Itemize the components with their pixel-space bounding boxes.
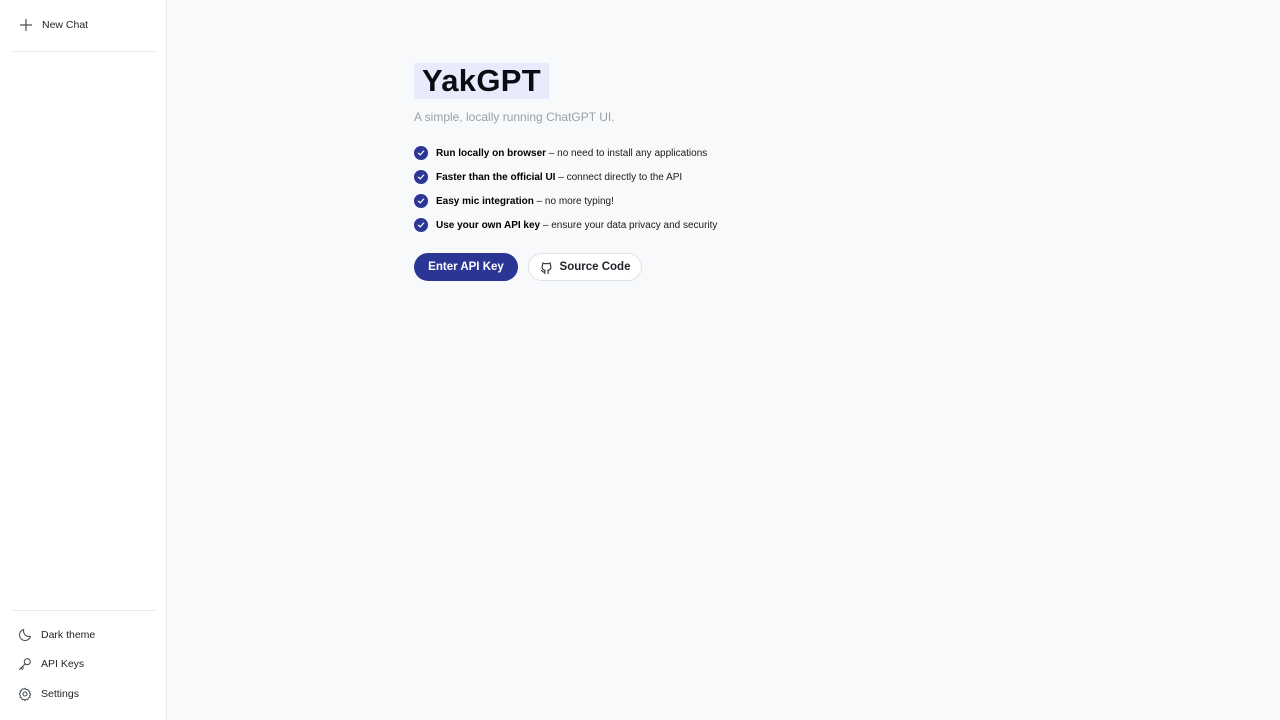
feature-list: Run locally on browser – no need to inst… [414,145,717,241]
moon-icon [18,628,32,642]
feature-bold: Faster than the official UI [436,171,556,183]
github-icon [540,261,553,274]
feature-text: Easy mic integration – no more typing! [436,196,614,207]
sidebar: New Chat Dark theme API Keys Settings [0,0,167,720]
new-chat-button[interactable]: New Chat [12,10,156,40]
main-content: YakGPT A simple, locally running ChatGPT… [167,0,1280,720]
api-keys-label: API Keys [41,658,85,670]
feature-bold: Use your own API key [436,219,541,231]
page-subtitle: A simple, locally running ChatGPT UI. [414,110,615,124]
check-icon [414,194,428,208]
plus-icon [19,18,33,32]
feature-detail: – no need to install any applications [546,147,708,159]
feature-item: Use your own API key – ensure your data … [414,217,717,233]
check-icon [414,218,428,232]
check-icon [414,146,428,160]
dark-theme-label: Dark theme [41,629,96,641]
feature-detail: – connect directly to the API [555,171,683,183]
settings-button[interactable]: Settings [12,681,156,707]
dark-theme-toggle[interactable]: Dark theme [12,622,156,648]
feature-text: Use your own API key – ensure your data … [436,220,717,231]
gear-icon [18,687,32,701]
feature-text: Faster than the official UI – connect di… [436,172,682,183]
feature-item: Faster than the official UI – connect di… [414,169,717,185]
feature-text: Run locally on browser – no need to inst… [436,148,707,159]
feature-detail: – no more typing! [533,195,614,207]
feature-item: Run locally on browser – no need to inst… [414,145,717,161]
key-icon [18,657,32,671]
feature-detail: – ensure your data privacy and security [540,219,718,231]
api-keys-button[interactable]: API Keys [12,651,156,677]
title-highlight: YakGPT [414,63,549,99]
check-icon [414,170,428,184]
feature-bold: Easy mic integration [436,195,534,207]
enter-api-key-button[interactable]: Enter API Key [414,253,518,281]
page-title: YakGPT [422,63,541,98]
source-code-label: Source Code [559,261,631,273]
feature-bold: Run locally on browser [436,147,547,159]
sidebar-divider [12,51,156,52]
sidebar-divider [12,610,156,611]
settings-label: Settings [41,688,79,700]
new-chat-label: New Chat [42,19,89,31]
feature-item: Easy mic integration – no more typing! [414,193,717,209]
source-code-button[interactable]: Source Code [528,253,642,281]
